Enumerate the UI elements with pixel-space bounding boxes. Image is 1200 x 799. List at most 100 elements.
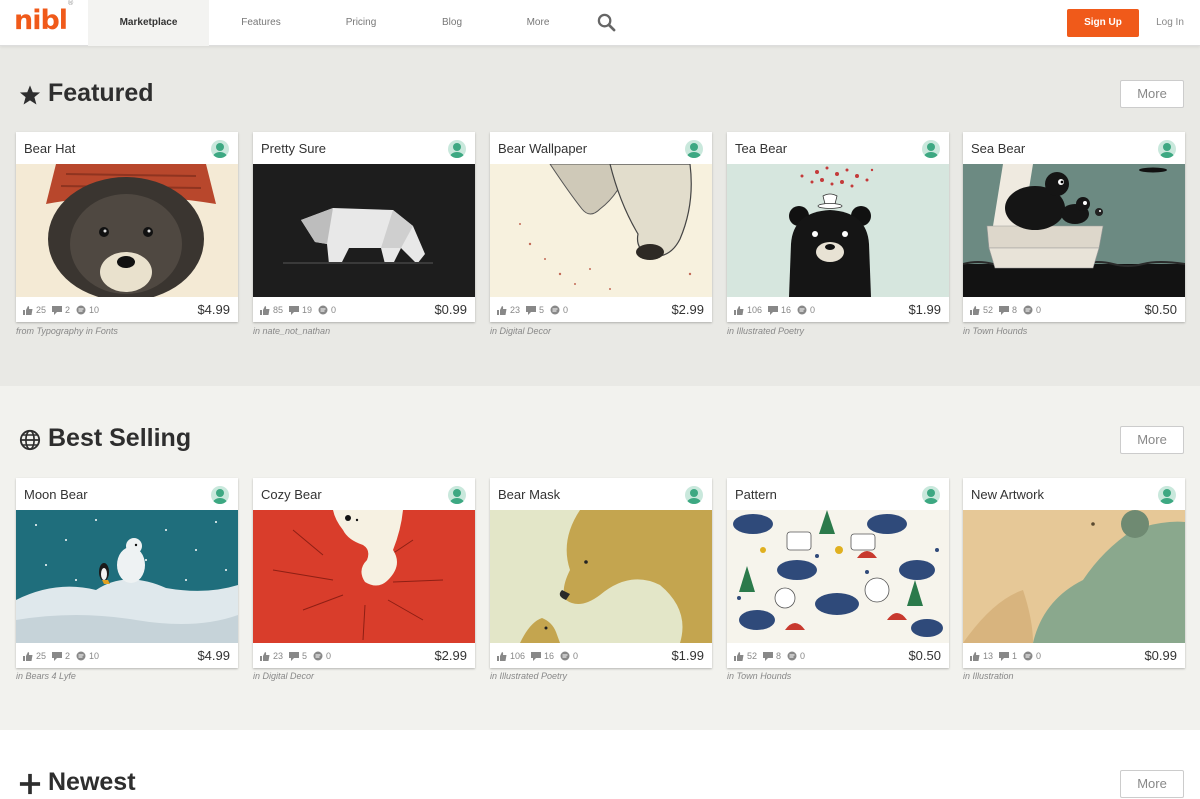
repost-stat[interactable]: 1 (999, 651, 1017, 661)
card-title: Moon Bear (24, 487, 88, 502)
card-title: Tea Bear (735, 141, 788, 156)
artwork-card[interactable]: Cozy Bear 23 5 0 $2.99 (253, 478, 475, 668)
user-avatar[interactable] (1158, 486, 1176, 504)
user-avatar[interactable] (922, 140, 940, 158)
user-avatar[interactable] (1158, 140, 1176, 158)
artwork-card[interactable]: New Artwork 13 1 0 $0.99 (963, 478, 1185, 668)
comment-icon (76, 305, 86, 315)
card-caption[interactable]: in Town Hounds (963, 326, 1185, 336)
repost-icon (289, 651, 300, 661)
search-icon[interactable] (597, 13, 616, 32)
artwork-card[interactable]: Tea Bear 106 16 0 $1.99 (727, 132, 949, 322)
artwork-card[interactable]: Pattern 52 8 0 $0.50 (727, 478, 949, 668)
artwork-card[interactable]: Bear Hat 25 2 10 $4.99 (16, 132, 238, 322)
repost-stat[interactable]: 8 (999, 305, 1017, 315)
sign-up-button[interactable]: Sign Up (1067, 9, 1139, 37)
comments-stat[interactable]: 10 (76, 305, 99, 315)
card-caption[interactable]: in Illustrated Poetry (727, 326, 949, 336)
comments-stat[interactable]: 0 (1023, 305, 1041, 315)
artwork-image[interactable] (253, 164, 475, 297)
artwork-card[interactable]: Bear Mask 106 16 0 $1.99 (490, 478, 712, 668)
comments-stat[interactable]: 0 (560, 651, 578, 661)
comments-stat[interactable]: 0 (318, 305, 336, 315)
card-title: Pretty Sure (261, 141, 327, 156)
likes-stat[interactable]: 106 (734, 305, 762, 315)
comment-icon (797, 305, 807, 315)
card-caption[interactable]: in nate_not_nathan (253, 326, 475, 336)
likes-stat[interactable]: 23 (260, 651, 283, 661)
card-caption[interactable]: in Illustration (963, 671, 1185, 681)
comments-stat[interactable]: 0 (787, 651, 805, 661)
thumbs-up-icon (23, 651, 33, 661)
artwork-image[interactable] (253, 510, 475, 643)
comment-icon (76, 651, 86, 661)
card-price: $4.99 (197, 648, 230, 663)
newest-more-button[interactable]: More (1120, 770, 1184, 798)
nav-pricing[interactable]: Pricing (330, 0, 392, 46)
likes-stat[interactable]: 52 (734, 651, 757, 661)
comments-stat[interactable]: 0 (797, 305, 815, 315)
thumbs-up-icon (970, 651, 980, 661)
best-selling-more-button[interactable]: More (1120, 426, 1184, 454)
artwork-image[interactable] (727, 164, 949, 297)
artwork-card[interactable]: Bear Wallpaper 23 5 0 $2.99 (490, 132, 712, 322)
comments-stat[interactable]: 0 (313, 651, 331, 661)
artwork-image[interactable] (727, 510, 949, 643)
nav-marketplace[interactable]: Marketplace (88, 0, 209, 46)
repost-stat[interactable]: 2 (52, 651, 70, 661)
card-caption[interactable]: in Town Hounds (727, 671, 949, 681)
user-avatar[interactable] (211, 486, 229, 504)
likes-stat[interactable]: 25 (23, 651, 46, 661)
card-title: New Artwork (971, 487, 1044, 502)
likes-stat[interactable]: 13 (970, 651, 993, 661)
likes-stat[interactable]: 23 (497, 305, 520, 315)
nav-blog[interactable]: Blog (430, 0, 474, 46)
artwork-card[interactable]: Moon Bear 25 2 10 $4.99 (16, 478, 238, 668)
repost-stat[interactable]: 16 (768, 305, 791, 315)
card-caption[interactable]: from Typography in Fonts (16, 326, 238, 336)
nav-features[interactable]: Features (226, 0, 296, 46)
card-caption[interactable]: in Digital Decor (490, 326, 712, 336)
repost-stat[interactable]: 5 (289, 651, 307, 661)
card-caption[interactable]: in Digital Decor (253, 671, 475, 681)
comments-stat[interactable]: 10 (76, 651, 99, 661)
card-caption[interactable]: in Bears 4 Lyfe (16, 671, 238, 681)
globe-icon (19, 429, 41, 451)
artwork-image[interactable] (490, 164, 712, 297)
likes-stat[interactable]: 25 (23, 305, 46, 315)
comments-stat[interactable]: 0 (550, 305, 568, 315)
comments-stat[interactable]: 0 (1023, 651, 1041, 661)
card-caption[interactable]: in Illustrated Poetry (490, 671, 712, 681)
thumbs-up-icon (497, 305, 507, 315)
artwork-image[interactable] (16, 510, 238, 643)
user-avatar[interactable] (448, 486, 466, 504)
artwork-image[interactable] (490, 510, 712, 643)
user-avatar[interactable] (685, 140, 703, 158)
user-avatar[interactable] (685, 486, 703, 504)
repost-stat[interactable]: 5 (526, 305, 544, 315)
likes-stat[interactable]: 52 (970, 305, 993, 315)
log-in-link[interactable]: Log In (1148, 0, 1192, 46)
nibl-logo[interactable]: nibl® (14, 0, 74, 36)
likes-stat[interactable]: 106 (497, 651, 525, 661)
thumbs-up-icon (970, 305, 980, 315)
comment-icon (787, 651, 797, 661)
featured-more-button[interactable]: More (1120, 80, 1184, 108)
repost-stat[interactable]: 19 (289, 305, 312, 315)
comment-icon (560, 651, 570, 661)
repost-icon (52, 305, 63, 315)
artwork-card[interactable]: Pretty Sure 85 19 0 $0.99 (253, 132, 475, 322)
artwork-card[interactable]: Sea Bear 52 8 0 $0.50 (963, 132, 1185, 322)
artwork-image[interactable] (16, 164, 238, 297)
repost-stat[interactable]: 8 (763, 651, 781, 661)
user-avatar[interactable] (922, 486, 940, 504)
repost-stat[interactable]: 16 (531, 651, 554, 661)
artwork-image[interactable] (963, 510, 1185, 643)
user-avatar[interactable] (211, 140, 229, 158)
nav-more[interactable]: More (516, 0, 560, 46)
artwork-image[interactable] (963, 164, 1185, 297)
likes-stat[interactable]: 85 (260, 305, 283, 315)
user-avatar[interactable] (448, 140, 466, 158)
card-price: $0.99 (434, 302, 467, 317)
repost-stat[interactable]: 2 (52, 305, 70, 315)
